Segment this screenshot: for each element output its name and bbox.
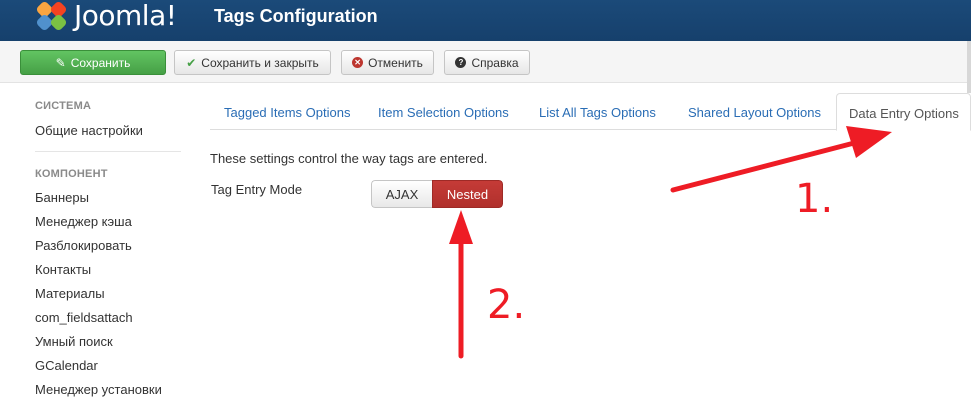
settings-description: These settings control the way tags are … [210,151,488,166]
tag-entry-mode-toggle: AJAX Nested [371,180,503,208]
scrollbar[interactable] [967,41,971,93]
save-and-close-label: Сохранить и закрыть [201,55,319,70]
sidebar-item-banners[interactable]: Баннеры [35,190,89,205]
sidebar-item-fieldsattach[interactable]: com_fieldsattach [35,310,133,325]
sidebar-item-contacts[interactable]: Контакты [35,262,91,277]
save-button-label: Сохранить [70,55,131,70]
joomla-logo-icon [35,0,70,32]
brand-name: Joomla! [74,0,177,32]
tab-item-selection-options[interactable]: Item Selection Options [378,95,509,130]
page-title: Tags Configuration [214,6,378,26]
header-bar: Joomla! Tags Configuration [0,0,971,41]
sidebar: СИСТЕМА Общие настройки КОМПОНЕНТ Баннер… [0,84,200,410]
tag-entry-mode-label: Tag Entry Mode [211,182,303,197]
sidebar-item-smart-search[interactable]: Умный поиск [35,334,113,349]
options-tabs: Tagged Items Options Item Selection Opti… [210,93,971,131]
annotation-label-1: 1. [795,176,834,222]
cancel-button[interactable]: ✕ Отменить [341,50,434,75]
sidebar-item-global-config[interactable]: Общие настройки [35,123,143,138]
question-icon: ? [455,57,467,68]
sidebar-item-installer[interactable]: Менеджер установки [35,382,162,397]
sidebar-item-gcalendar[interactable]: GCalendar [35,358,98,373]
nested-option-button[interactable]: Nested [432,180,503,208]
sidebar-item-articles[interactable]: Материалы [35,286,105,301]
check-icon: ✔ [186,55,197,70]
sidebar-item-cache-manager[interactable]: Менеджер кэша [35,214,132,229]
help-button[interactable]: ? Справка [444,50,530,75]
help-label: Справка [471,55,519,70]
tab-tagged-items-options[interactable]: Tagged Items Options [224,95,350,130]
tab-data-entry-options[interactable]: Data Entry Options [836,93,971,131]
joomla-logo[interactable]: Joomla! [35,0,177,32]
tab-shared-layout-options[interactable]: Shared Layout Options [688,95,821,130]
toolbar: ✎ Сохранить ✔ Сохранить и закрыть ✕ Отме… [0,41,971,83]
annotation-label-2: 2. [487,282,526,328]
sidebar-heading-system: СИСТЕМА [35,100,92,112]
arrow-2-head [449,210,473,244]
sidebar-item-checkin[interactable]: Разблокировать [35,238,132,253]
save-and-close-button[interactable]: ✔ Сохранить и закрыть [174,50,331,75]
cancel-icon: ✕ [352,57,364,68]
edit-icon: ✎ [55,55,66,70]
tab-list-all-tags-options[interactable]: List All Tags Options [539,95,656,130]
cancel-label: Отменить [368,55,423,70]
sidebar-divider [35,151,181,152]
ajax-option-button[interactable]: AJAX [371,180,432,208]
sidebar-heading-component: КОМПОНЕНТ [35,168,108,180]
save-button[interactable]: ✎ Сохранить [20,50,166,75]
